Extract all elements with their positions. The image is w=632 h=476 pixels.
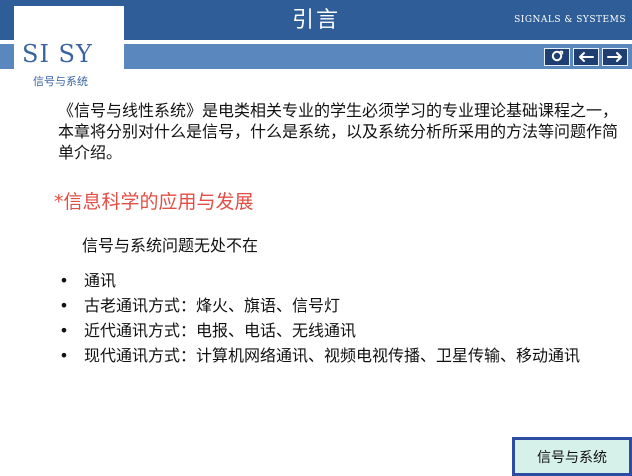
refresh-button[interactable] — [544, 48, 570, 66]
list-item-text: 现代通讯方式：计算机网络通讯、视频电视传播、卫星传输、移动通讯 — [84, 346, 581, 365]
logo-subtitle: 信号与系统 — [33, 75, 88, 88]
list-item: • 现代通讯方式：计算机网络通讯、视频电视传播、卫星传输、移动通讯 — [58, 345, 618, 367]
bullet-icon: • — [59, 321, 69, 340]
list-item: • 古老通讯方式：烽火、旗语、信号灯 — [58, 295, 618, 317]
refresh-icon — [550, 48, 564, 67]
forward-button[interactable] — [602, 48, 628, 66]
brand-right-text: SIGNALS & SYSTEMS — [514, 15, 626, 25]
footer-box: 信号与系统 — [512, 437, 632, 476]
bullet-icon: • — [59, 271, 69, 290]
section-heading: *信息科学的应用与发展 — [54, 191, 254, 213]
intro-paragraph: 《信号与线性系统》是电类相关专业的学生必须学习的专业理论基础课程之一，本章将分别… — [58, 101, 619, 162]
list-item-text: 近代通讯方式：电报、电话、无线通讯 — [84, 321, 357, 340]
bullet-list: • 通讯 • 古老通讯方式：烽火、旗语、信号灯 • 近代通讯方式：电报、电话、无… — [58, 270, 618, 370]
arrow-left-icon — [578, 48, 594, 67]
back-button[interactable] — [573, 48, 599, 66]
footer-label: 信号与系统 — [537, 449, 607, 466]
nav-buttons — [544, 48, 628, 66]
logo-text: SI SY — [22, 40, 93, 68]
list-item-text: 通讯 — [84, 271, 117, 290]
list-item: • 近代通讯方式：电报、电话、无线通讯 — [58, 320, 618, 342]
list-item-text: 古老通讯方式：烽火、旗语、信号灯 — [84, 296, 341, 315]
list-item: • 通讯 — [58, 270, 618, 292]
section-subtext: 信号与系统问题无处不在 — [82, 236, 259, 255]
arrow-right-icon — [607, 48, 623, 67]
bullet-icon: • — [59, 296, 69, 315]
bullet-icon: • — [59, 346, 69, 365]
